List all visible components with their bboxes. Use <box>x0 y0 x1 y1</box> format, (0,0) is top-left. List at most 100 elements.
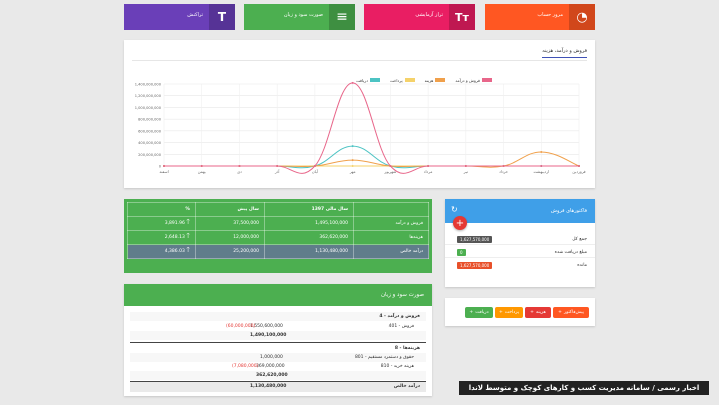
data-point <box>351 145 354 148</box>
row-label: هزینه‌ها <box>353 230 429 245</box>
data-point <box>200 165 203 167</box>
quick-actions-panel: + پیش‌فاکتور + هزینه + پرداخت + دریافت <box>445 298 595 326</box>
invoice-balance-badge: 1,627,570,000 <box>457 262 493 269</box>
pl-line: 801 - حقوق و دستمزد مستقیم 1,000,000 <box>130 353 426 362</box>
invoice-row: مانده 1,627,570,000 <box>445 261 595 270</box>
new-proforma-button[interactable]: + پیش‌فاکتور <box>553 307 589 318</box>
invoices-header: فاکتورهای فروش ↻ <box>445 199 595 223</box>
pl-subtotal: 1,490,100,000 <box>130 331 426 340</box>
invoice-row-label: مبلغ دریافت شده <box>554 250 587 255</box>
plus-icon: + <box>558 310 562 315</box>
invoice-row-label: جمع کل <box>572 237 587 242</box>
column-header: سال پیش <box>194 202 265 217</box>
data-point <box>540 165 543 167</box>
cell-percent: 🡑 2,648.13 <box>127 230 196 245</box>
data-point <box>427 165 430 167</box>
data-point <box>389 165 392 167</box>
data-point <box>578 165 580 167</box>
x-tick-label: اسفند <box>159 169 168 174</box>
pl-net-row: درآمد خالص 1,130,480,000 <box>130 381 426 392</box>
data-point <box>464 165 467 167</box>
y-tick-label: 600,000,000 <box>138 129 162 133</box>
invoice-row: جمع کل 1,627,570,000 <box>445 235 595 245</box>
table-header-row: سال مالی 1397 سال پیش % <box>127 202 429 217</box>
new-expense-button[interactable]: + هزینه <box>525 307 551 318</box>
x-tick-label: آبان <box>312 169 319 174</box>
data-point <box>351 159 354 162</box>
row-label: درآمد خالص <box>353 244 429 259</box>
column-header <box>353 202 429 217</box>
table-row: هزینه‌ها 362,620,000 12,000,000 🡑 2,648.… <box>127 230 429 245</box>
invoices-title: فاکتورهای فروش <box>550 208 587 214</box>
pl-section-header: 4 - فروش و درآمد <box>130 312 426 321</box>
data-point <box>276 165 279 167</box>
invoice-total-badge: 1,627,570,000 <box>457 236 493 243</box>
x-tick-label: خرداد <box>499 169 509 174</box>
tile-profit-loss[interactable]: ≡ صورت سود و زیان <box>244 4 355 30</box>
arrow-up-icon: 🡑 <box>186 246 190 254</box>
profit-loss-header: صورت سود و زیان <box>124 284 432 306</box>
plus-icon: + <box>469 310 474 315</box>
row-label: فروش و درآمد <box>353 216 429 231</box>
pl-divider <box>130 342 426 343</box>
invoice-row-label: مانده <box>577 263 587 268</box>
new-receipt-button[interactable]: + دریافت <box>465 307 493 318</box>
cell-current-year: 362,620,000 <box>263 230 355 245</box>
text-icon: T <box>209 4 235 30</box>
pie-chart-icon: ◔ <box>569 4 595 30</box>
summary-table: سال مالی 1397 سال پیش % فروش و درآمد 1,4… <box>127 202 429 259</box>
data-point <box>351 81 354 84</box>
tile-transactions[interactable]: T تراکنش <box>124 4 235 30</box>
tile-label: صورت سود و زیان <box>283 12 323 18</box>
tile-label: مرور حساب <box>537 12 563 18</box>
x-tick-label: دی <box>237 169 242 174</box>
line-chart: 0 200,000,000 400,000,000 600,000,000 800,00… <box>135 81 586 174</box>
pl-subtotal: 362,620,000 <box>130 371 426 380</box>
x-tick-label: تیر <box>463 169 468 174</box>
cell-previous-year: 12,000,000 <box>194 230 265 245</box>
data-point <box>313 165 316 167</box>
pl-line: 810 - هزینه خرید 369,000,000 (7,080,000) <box>232 364 414 369</box>
data-point <box>351 165 354 167</box>
cell-percent: 🡑 4,386.03 <box>127 244 196 259</box>
chart-panel: فروش و درآمد، هزینه فروش و درآمد هزینه پ… <box>124 40 595 188</box>
tab-sales-income-expense[interactable]: فروش و درآمد، هزینه <box>542 48 587 58</box>
cell-percent: 🡑 3,891.96 <box>127 216 196 231</box>
y-tick-label: 1,400,000,000 <box>135 83 162 87</box>
series-line <box>164 145 580 169</box>
x-tick-label: فروردین <box>572 169 585 174</box>
cell-previous-year: 25,200,000 <box>194 244 265 259</box>
invoice-row: مبلغ دریافت شده 0 <box>445 248 595 258</box>
refresh-icon[interactable]: ↻ <box>451 205 458 214</box>
series-line <box>164 82 580 174</box>
invoice-received-badge: 0 <box>457 249 466 256</box>
table-row-net: درآمد خالص 1,130,480,000 25,200,000 🡑 4,… <box>127 244 429 259</box>
invoices-panel: فاکتورهای فروش ↻ + جمع کل 1,627,570,000 … <box>445 199 595 287</box>
cell-current-year: 1,130,480,000 <box>263 244 355 259</box>
arrow-up-icon: 🡑 <box>186 218 190 226</box>
new-payment-button[interactable]: + پرداخت <box>495 307 523 318</box>
profit-loss-panel: صورت سود و زیان 4 - فروش و درآمد 401 - ف… <box>124 284 432 396</box>
plus-icon: + <box>499 310 503 315</box>
data-point <box>540 150 543 153</box>
list-icon: ≡ <box>329 4 355 30</box>
column-header: % <box>127 202 196 217</box>
pl-section-header: 8 - هزینه‌ها <box>394 346 420 351</box>
plus-icon: + <box>530 310 534 315</box>
y-tick-label: 0 <box>159 165 162 169</box>
profit-loss-title: صورت سود و زیان <box>380 292 424 298</box>
text-size-icon: Tт <box>449 4 475 30</box>
add-invoice-button[interactable]: + <box>453 216 467 230</box>
tile-label: تراکنش <box>187 12 203 18</box>
x-tick-label: بهمن <box>198 169 206 174</box>
arrow-up-icon: 🡑 <box>186 232 190 240</box>
data-point <box>238 165 241 167</box>
y-tick-label: 800,000,000 <box>138 118 162 122</box>
x-tick-label: آذر <box>274 169 281 174</box>
data-point <box>163 165 165 167</box>
y-tick-label: 400,000,000 <box>138 141 162 145</box>
x-tick-label: مهر <box>349 169 356 174</box>
cell-current-year: 1,495,100,000 <box>263 216 355 231</box>
tile-trial-balance[interactable]: Tт تراز آزمایشی <box>364 4 475 30</box>
tile-account-review[interactable]: ◔ مرور حساب <box>485 4 595 30</box>
